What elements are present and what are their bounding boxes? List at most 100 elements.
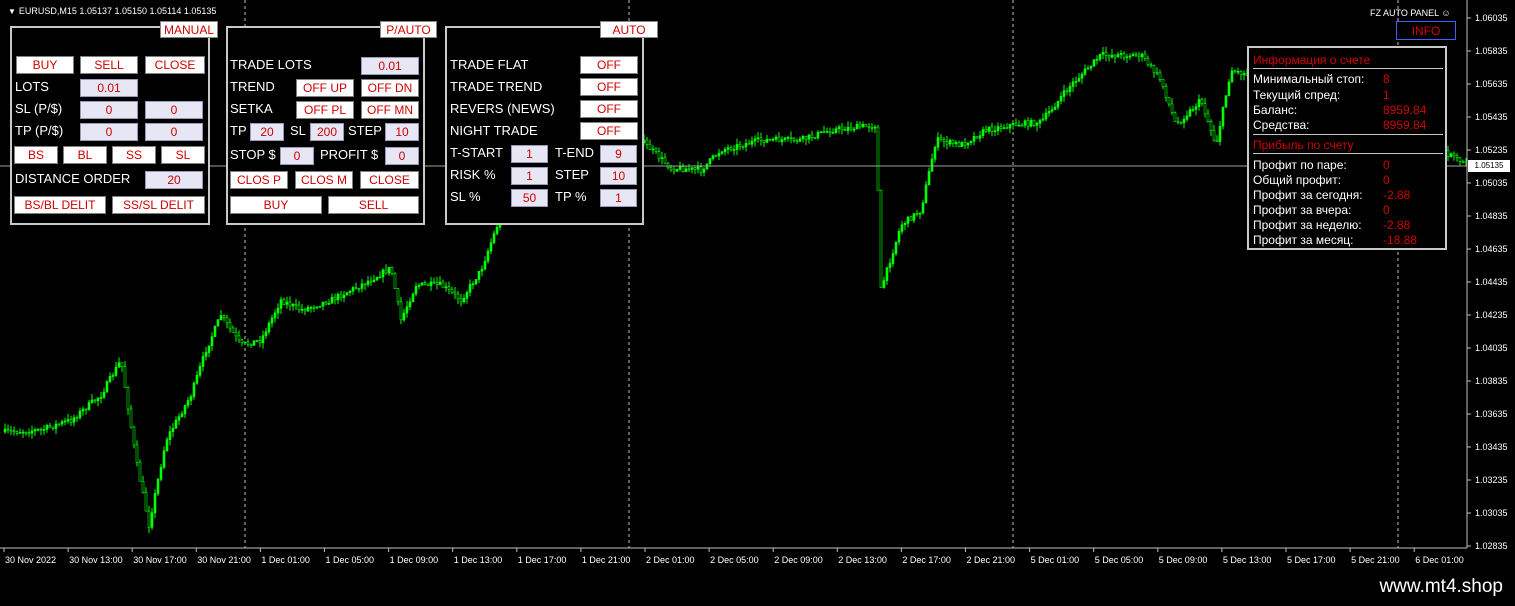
candle-body — [78, 410, 82, 418]
bsbl-delit-button[interactable]: BS/BL DELIT — [14, 196, 106, 214]
setka-off-mn-button[interactable]: OFF MN — [361, 101, 419, 119]
sl-points-field[interactable]: 0 — [80, 101, 138, 119]
pauto-close-button[interactable]: CLOSE — [360, 171, 419, 189]
candle-body — [141, 480, 145, 493]
lots-field[interactable]: 0.01 — [80, 79, 138, 97]
price-tick-label: 1.05435 — [1475, 112, 1508, 122]
price-tick-label: 1.03435 — [1475, 442, 1508, 452]
candle-body — [1224, 95, 1228, 108]
distance-order-field[interactable]: 20 — [145, 171, 203, 189]
time-tick-label: 2 Dec 01:00 — [646, 555, 695, 565]
candle-body — [1125, 56, 1129, 59]
candle-body — [168, 431, 172, 440]
candle-body — [228, 322, 232, 329]
sell-button[interactable]: SELL — [80, 56, 138, 74]
candle-body — [381, 269, 385, 278]
time-tick-label: 1 Dec 21:00 — [582, 555, 631, 565]
sl-money-field[interactable]: 0 — [145, 101, 203, 119]
candle-body — [1242, 73, 1246, 76]
tp-points-field[interactable]: 0 — [80, 123, 138, 141]
tp-percent-field[interactable]: 1 — [600, 189, 637, 207]
trade-flat-toggle[interactable]: OFF — [580, 56, 638, 74]
time-tick-label: 6 Dec 01:00 — [1415, 555, 1464, 565]
bl-button[interactable]: BL — [63, 146, 107, 164]
trade-lots-field[interactable]: 0.01 — [361, 57, 419, 75]
candle-body — [162, 450, 166, 468]
candle-body — [882, 280, 886, 288]
clos-p-button[interactable]: CLOS P — [230, 171, 288, 189]
candle-body — [981, 129, 985, 137]
triangle-down-icon[interactable]: ▼ — [8, 7, 16, 16]
candle-body — [33, 429, 37, 432]
clos-m-button[interactable]: CLOS M — [295, 171, 353, 189]
candle-body — [747, 143, 751, 145]
auto-step-field[interactable]: 10 — [600, 167, 637, 185]
candle-body — [183, 405, 187, 415]
candle-body — [348, 290, 352, 293]
tp-money-field[interactable]: 0 — [145, 123, 203, 141]
profit-money-field[interactable]: 0 — [385, 147, 419, 165]
candle-body — [480, 268, 484, 272]
close-button[interactable]: CLOSE — [145, 56, 205, 74]
candle-body — [930, 158, 934, 172]
candle-body — [1458, 157, 1462, 162]
tab-info[interactable]: INFO — [1396, 21, 1456, 40]
buy-button[interactable]: BUY — [16, 56, 74, 74]
candle-body — [1185, 115, 1189, 120]
candle-body — [756, 137, 760, 140]
sl-field[interactable]: 200 — [310, 123, 344, 141]
t-start-field[interactable]: 1 — [511, 145, 548, 163]
candle-body — [462, 298, 466, 303]
risk-percent-field[interactable]: 1 — [511, 167, 548, 185]
candle-body — [402, 312, 406, 321]
yesterday-profit-label: Профит за вчера: — [1253, 203, 1352, 217]
time-tick-label: 2 Dec 13:00 — [838, 555, 887, 565]
candle-body — [1170, 103, 1174, 113]
candle-body — [90, 399, 94, 403]
candle-body — [336, 293, 340, 301]
pauto-buy-button[interactable]: BUY — [230, 196, 322, 214]
sl-percent-field[interactable]: 50 — [511, 189, 548, 207]
tab-manual[interactable]: MANUAL — [160, 21, 218, 38]
candle-body — [30, 430, 34, 434]
candle-body — [405, 306, 409, 314]
tab-auto[interactable]: AUTO — [600, 21, 658, 38]
week-profit-value: -2.88 — [1383, 218, 1411, 232]
candle-body — [387, 267, 391, 274]
candle-body — [1056, 100, 1060, 108]
sssl-delit-button[interactable]: SS/SL DELIT — [112, 196, 205, 214]
candle-body — [942, 139, 946, 143]
bs-button[interactable]: BS — [14, 146, 58, 164]
candle-body — [318, 305, 322, 308]
candle-body — [1116, 54, 1120, 58]
revers-news-toggle[interactable]: OFF — [580, 100, 638, 118]
tp-field[interactable]: 20 — [250, 123, 284, 141]
candle-body — [1038, 119, 1042, 124]
tab-pauto[interactable]: P/AUTO — [380, 21, 437, 38]
sl-button[interactable]: SL — [161, 146, 205, 164]
trade-trend-toggle[interactable]: OFF — [580, 78, 638, 96]
candle-body — [675, 169, 679, 172]
setka-off-pl-button[interactable]: OFF PL — [296, 101, 354, 119]
candle-body — [867, 125, 871, 128]
candle-body — [765, 138, 769, 143]
balance-label: Баланс: — [1253, 103, 1298, 117]
candle-body — [201, 356, 205, 367]
candle-body — [801, 136, 805, 140]
candle-body — [759, 137, 763, 141]
candle-body — [441, 281, 445, 288]
candle-body — [129, 408, 133, 428]
candle-body — [1188, 109, 1192, 117]
pauto-sell-button[interactable]: SELL — [328, 196, 419, 214]
candle-body — [495, 226, 499, 234]
step-field[interactable]: 10 — [385, 123, 419, 141]
stop-money-field[interactable]: 0 — [280, 147, 314, 165]
ss-button[interactable]: SS — [112, 146, 156, 164]
trend-off-dn-button[interactable]: OFF DN — [361, 79, 419, 97]
tp-percent-label: TP % — [555, 189, 587, 204]
trend-off-up-button[interactable]: OFF UP — [296, 79, 354, 97]
night-trade-toggle[interactable]: OFF — [580, 122, 638, 140]
candle-body — [885, 267, 889, 282]
candle-body — [144, 492, 148, 512]
t-end-field[interactable]: 9 — [600, 145, 637, 163]
